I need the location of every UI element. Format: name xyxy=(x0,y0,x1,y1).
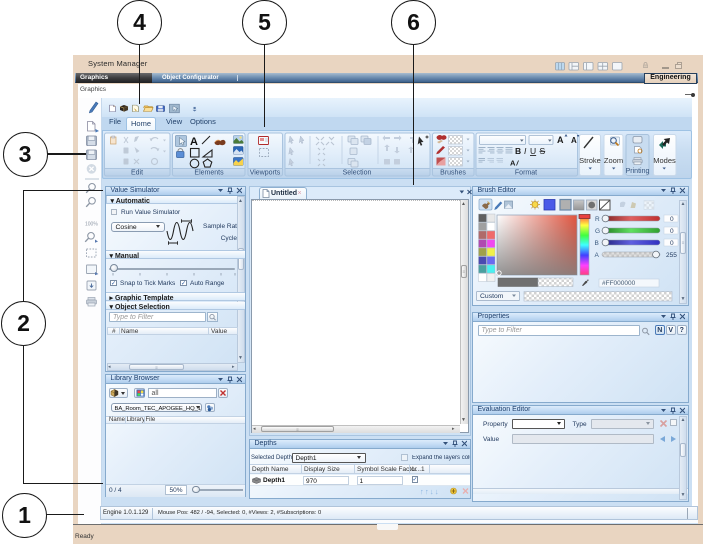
svg-text:R: R xyxy=(595,216,600,223)
svg-text:B: B xyxy=(515,146,521,156)
svg-text:0: 0 xyxy=(670,228,674,235)
svg-text:U: U xyxy=(530,146,536,156)
svg-text:Viewports: Viewports xyxy=(250,170,281,177)
svg-text:255: 255 xyxy=(666,252,677,259)
svg-text:Selection: Selection xyxy=(343,170,372,177)
svg-text:A: A xyxy=(557,135,564,145)
svg-text:Printing: Printing xyxy=(626,168,650,175)
svg-text:Edit: Edit xyxy=(131,170,143,177)
svg-text:G: G xyxy=(595,228,600,235)
svg-text:A: A xyxy=(571,136,577,145)
svg-text:Custom: Custom xyxy=(480,293,504,300)
svg-text:Brushes: Brushes xyxy=(440,170,466,177)
svg-text:#FF000000: #FF000000 xyxy=(602,280,636,287)
svg-text:0: 0 xyxy=(670,240,674,247)
svg-text:Format: Format xyxy=(515,170,537,177)
svg-text:Elements: Elements xyxy=(194,170,224,177)
svg-text:0: 0 xyxy=(670,216,674,223)
svg-text:Zoom: Zoom xyxy=(604,156,623,165)
svg-text:100%: 100% xyxy=(85,222,98,228)
svg-text:A: A xyxy=(190,136,198,148)
svg-text:B: B xyxy=(595,240,599,247)
svg-text:A: A xyxy=(510,159,516,168)
svg-text:A: A xyxy=(595,252,600,259)
svg-text:S: S xyxy=(540,146,546,156)
svg-text:Modes: Modes xyxy=(653,156,676,165)
svg-text:Stroke: Stroke xyxy=(579,156,601,165)
